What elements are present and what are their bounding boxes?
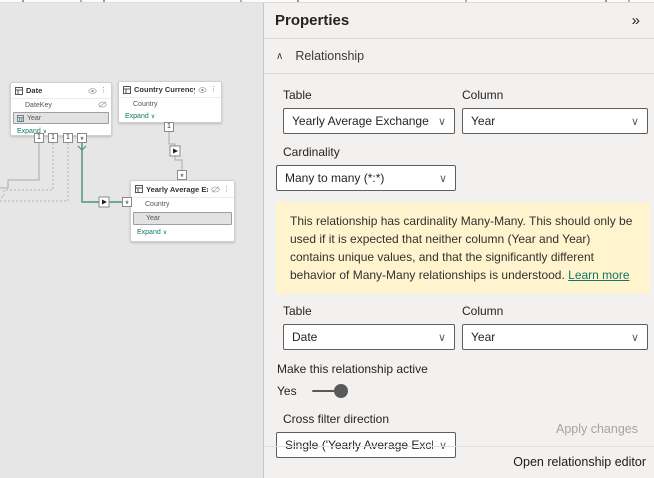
filter-direction-arrow-icon [99, 197, 109, 207]
chevron-down-icon: ∨ [438, 331, 446, 344]
relationship-section-header[interactable]: ∧ Relationship [264, 39, 654, 73]
table1-label: Table [283, 88, 455, 102]
chevron-down-icon: ∨ [631, 331, 639, 344]
chevron-down-icon: ∨ [163, 229, 167, 236]
top-edge-strip [0, 0, 654, 3]
active-relationship-label: Make this relationship active [277, 362, 648, 376]
cardinality-marker: 1 [48, 133, 58, 143]
table1-value: Yearly Average Exchange Rates [292, 114, 432, 128]
field-label: Year [137, 215, 160, 222]
table-card-header[interactable]: Date ⋮ [11, 83, 111, 99]
eye-icon[interactable] [88, 88, 97, 94]
cardinality-dropdown[interactable]: Many to many (*:*) ∨ [276, 165, 456, 191]
cardinality-label: Cardinality [283, 145, 648, 159]
relationship-line-selected[interactable] [82, 143, 122, 202]
apply-changes-button[interactable]: Apply changes [556, 422, 638, 436]
field-label: Country [145, 201, 170, 208]
table-title: Country Currency For... [134, 85, 195, 94]
expand-link[interactable]: Expand ∨ [11, 125, 111, 138]
properties-pane: Properties » ∧ Relationship Table Yearly… [263, 0, 654, 478]
eye-slash-icon[interactable] [211, 186, 220, 193]
cardinality-marker: 1 [63, 133, 73, 143]
relationship-form: Table Yearly Average Exchange Rates ∨ Co… [264, 74, 654, 458]
column1-label: Column [462, 88, 648, 102]
pane-title: Properties [275, 12, 349, 29]
table2-label: Table [283, 304, 455, 318]
cardinality-value: Many to many (*:*) [285, 171, 384, 185]
column2-dropdown[interactable]: Year ∨ [462, 324, 648, 350]
column1-dropdown[interactable]: Year ∨ [462, 108, 648, 134]
field-label: Country [133, 101, 158, 108]
table-card-date[interactable]: Date ⋮ DateKey Year Expand ∨ [10, 82, 112, 136]
collapse-pane-icon[interactable]: » [632, 12, 640, 29]
more-options-icon[interactable]: ⋮ [210, 86, 217, 93]
column1-value: Year [471, 114, 495, 128]
chevron-down-icon: ∨ [631, 115, 639, 128]
more-options-icon[interactable]: ⋮ [223, 186, 230, 193]
table2-dropdown[interactable]: Date ∨ [283, 324, 455, 350]
field-row-country[interactable]: Country [119, 98, 221, 110]
eye-icon[interactable] [198, 87, 207, 93]
table-card-header[interactable]: Yearly Average Excha... ⋮ [131, 181, 234, 198]
pane-footer: Apply changes Open relationship editor [264, 420, 654, 478]
relationship-line-inactive-1[interactable] [0, 143, 39, 188]
properties-pane-header: Properties » [264, 0, 654, 38]
learn-more-link[interactable]: Learn more [568, 268, 629, 282]
chevron-up-icon[interactable]: ∧ [276, 51, 283, 62]
eye-slash-icon[interactable] [98, 101, 107, 108]
column2-value: Year [471, 330, 495, 344]
table-card-yearly-average[interactable]: Yearly Average Excha... ⋮ Country Year E… [130, 180, 235, 242]
cardinality-marker-many: * [77, 133, 87, 143]
column2-label: Column [462, 304, 648, 318]
table-title: Yearly Average Excha... [146, 185, 208, 194]
cardinality-marker-many: * [177, 170, 187, 180]
section-label: Relationship [295, 49, 364, 63]
relationship-line-inactive-2[interactable] [0, 143, 53, 197]
active-toggle[interactable] [312, 384, 348, 398]
cardinality-marker-many: * [122, 197, 132, 207]
model-canvas[interactable]: 1 1 1 * 1 * * Date ⋮ DateKey Year Expand [0, 0, 263, 478]
cardinality-marker: 1 [164, 122, 174, 132]
chevron-down-icon: ∨ [151, 113, 155, 120]
field-label: DateKey [25, 102, 52, 109]
cardinality-marker: 1 [34, 133, 44, 143]
table-card-country-currency[interactable]: Country Currency For... ⋮ Country Expand… [118, 81, 222, 123]
chevron-down-icon: ∨ [439, 172, 447, 185]
open-relationship-editor-button[interactable]: Open relationship editor [513, 455, 646, 469]
active-toggle-row: Yes [277, 382, 648, 400]
table-card-header[interactable]: Country Currency For... ⋮ [119, 82, 221, 98]
table-icon [123, 86, 131, 94]
table-icon [15, 87, 23, 95]
top-edge-artifacts [22, 0, 24, 2]
table-title: Date [26, 86, 85, 95]
more-options-icon[interactable]: ⋮ [100, 87, 107, 94]
cardinality-warning-box: This relationship has cardinality Many-M… [276, 202, 650, 294]
field-row-year-selected[interactable]: Year [13, 112, 109, 124]
field-row-year-selected[interactable]: Year [133, 212, 232, 225]
toggle-knob[interactable] [334, 384, 348, 398]
calendar-icon [17, 115, 24, 122]
field-label: Year [27, 115, 41, 122]
filter-direction-arrow-icon [170, 146, 180, 156]
toggle-state-label: Yes [277, 384, 297, 398]
expand-link[interactable]: Expand ∨ [131, 226, 234, 239]
field-row-country[interactable]: Country [131, 198, 234, 211]
relationship-line-inactive-3[interactable] [0, 143, 68, 201]
app-window: 1 1 1 * 1 * * Date ⋮ DateKey Year Expand [0, 0, 654, 478]
expand-label: Expand [125, 113, 149, 120]
expand-label: Expand [137, 229, 161, 236]
field-row-datekey[interactable]: DateKey [11, 99, 111, 111]
table2-value: Date [292, 330, 317, 344]
table1-dropdown[interactable]: Yearly Average Exchange Rates ∨ [283, 108, 455, 134]
chevron-down-icon: ∨ [438, 115, 446, 128]
table-icon [135, 185, 143, 193]
